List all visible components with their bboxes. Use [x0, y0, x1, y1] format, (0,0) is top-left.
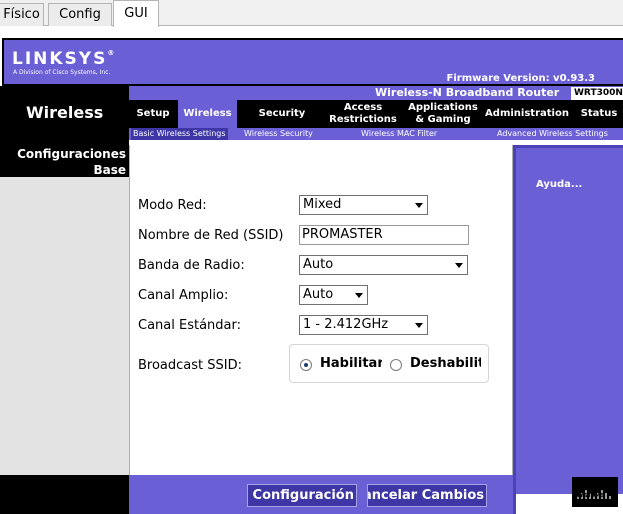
- left-panel-title: Configuraciones Base: [17, 147, 126, 177]
- modo-red-select[interactable]: Mixed: [299, 195, 428, 215]
- radio-disable-label[interactable]: Deshabilitar: [410, 356, 481, 371]
- footer-bar: Guardar Configuración Cancelar Cambios: [129, 475, 513, 514]
- left-footer-bar: [0, 475, 129, 514]
- chevron-down-icon: [415, 203, 423, 208]
- firmware-version: Firmware Version: v0.93.3: [446, 73, 596, 84]
- chevron-down-icon: [355, 293, 363, 298]
- banda-radio-select[interactable]: Auto: [299, 255, 468, 275]
- canal-amplio-label: Canal Amplio:: [138, 288, 229, 303]
- radio-enable[interactable]: [300, 359, 312, 371]
- logo-subtitle: A Division of Cisco Systems, Inc.: [13, 69, 111, 76]
- subnav-basic-wireless-settings[interactable]: Basic Wireless Settings: [131, 128, 228, 140]
- canal-amplio-select[interactable]: Auto: [299, 285, 368, 305]
- cisco-systems-label: CISCO SYSTEMS: [576, 487, 605, 499]
- radio-disable[interactable]: [390, 359, 402, 371]
- modo-red-label: Modo Red:: [138, 198, 207, 213]
- nav-administration[interactable]: Administration: [483, 100, 571, 128]
- broadcast-ssid-label: Broadcast SSID:: [138, 358, 242, 373]
- radio-enable-label[interactable]: Habilitar: [320, 356, 382, 371]
- product-bar: Wireless-N Broadband Router WRT300N: [129, 86, 623, 100]
- router-header: LINKSYS® A Division of Cisco Systems, In…: [2, 38, 623, 86]
- settings-form: Modo Red: Mixed Nombre de Red (SSID) PRO…: [129, 145, 513, 475]
- canal-estandar-select[interactable]: 1 - 2.412GHz: [299, 315, 428, 335]
- router-web-ui: LINKSYS® A Division of Cisco Systems, In…: [0, 26, 623, 514]
- chevron-down-icon: [415, 323, 423, 328]
- subnav-advanced-wireless-settings[interactable]: Advanced Wireless Settings: [497, 128, 608, 140]
- subnav-wireless-mac-filter[interactable]: Wireless MAC Filter: [361, 128, 437, 140]
- tab-config[interactable]: Config: [48, 3, 112, 26]
- banda-radio-label: Banda de Radio:: [138, 258, 245, 273]
- app-tab-bar: Físico Config GUI: [0, 0, 623, 27]
- nav-access-restrictions[interactable]: Access Restrictions: [323, 100, 403, 128]
- tab-gui[interactable]: GUI: [113, 0, 159, 27]
- nav-status[interactable]: Status: [575, 100, 623, 128]
- section-header: Wireless: [0, 86, 129, 145]
- nav-applications-gaming[interactable]: Applications & Gaming: [405, 100, 481, 128]
- cancel-changes-button[interactable]: Cancelar Cambios: [367, 484, 487, 507]
- ssid-input[interactable]: PROMASTER: [299, 225, 469, 245]
- broadcast-ssid-group: Habilitar Deshabilitar: [289, 344, 489, 383]
- linksys-logo: LINKSYS®: [12, 49, 115, 69]
- main-nav: Setup Wireless Security Access Restrictio…: [129, 100, 623, 128]
- nav-wireless[interactable]: Wireless: [178, 100, 237, 128]
- canal-estandar-label: Canal Estándar:: [138, 318, 241, 333]
- chevron-down-icon: [455, 263, 463, 268]
- help-link[interactable]: Ayuda...: [536, 179, 582, 190]
- ssid-label: Nombre de Red (SSID): [138, 228, 284, 243]
- left-title-box: Configuraciones Base: [0, 145, 129, 177]
- nav-security[interactable]: Security: [247, 100, 317, 128]
- subnav-wireless-security[interactable]: Wireless Security: [244, 128, 313, 140]
- help-panel: Ayuda... CISCO SYSTEMS: [513, 145, 623, 514]
- sub-nav: Basic Wireless Settings Wireless Securit…: [129, 128, 623, 140]
- tab-fisico[interactable]: Físico: [0, 3, 44, 26]
- left-panel: Configuraciones Base: [0, 145, 129, 514]
- section-title: Wireless: [26, 103, 104, 122]
- model-number: WRT300N: [571, 87, 623, 100]
- product-name: Wireless-N Broadband Router: [375, 86, 560, 99]
- nav-setup[interactable]: Setup: [129, 100, 177, 128]
- save-settings-button[interactable]: Guardar Configuración: [247, 484, 357, 507]
